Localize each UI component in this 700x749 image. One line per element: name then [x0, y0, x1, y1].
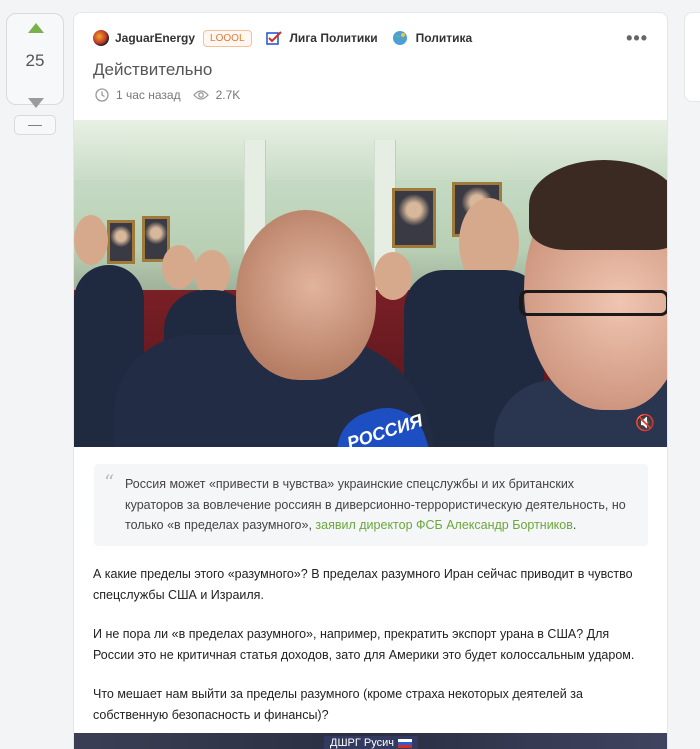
- quote-source-link[interactable]: заявил директор ФСБ Александр Бортников: [315, 518, 572, 532]
- post-time: 1 час назад: [95, 88, 181, 102]
- video-person: [236, 210, 376, 380]
- video-hair: [529, 160, 667, 250]
- community-label: Политика: [415, 31, 473, 45]
- vote-count: 25: [25, 51, 45, 70]
- video-portrait: [392, 188, 436, 248]
- video-portrait: [107, 220, 135, 264]
- author-badge: LOOOL: [203, 29, 252, 47]
- collapse-button[interactable]: —: [14, 115, 56, 135]
- author-avatar[interactable]: [93, 30, 109, 46]
- blockquote: “ Россия может «привести в чувства» укра…: [94, 464, 648, 546]
- video-label-text: ДШРГ Русич: [330, 737, 394, 749]
- vote-panel: 25: [6, 13, 64, 108]
- paragraph: Что мешает нам выйти за пределы разумног…: [93, 687, 583, 722]
- paragraph: И не пора ли «в пределах разумного», нап…: [93, 627, 635, 662]
- community-politika[interactable]: Политика: [392, 30, 473, 46]
- mute-icon[interactable]: 🔇: [635, 413, 655, 433]
- clock-icon: [95, 88, 109, 102]
- video-glasses: [519, 290, 667, 316]
- quote-end: .: [572, 518, 577, 532]
- eye-icon: [192, 90, 209, 100]
- video-person: [162, 245, 196, 289]
- sidebar-edge: [684, 12, 700, 102]
- video-person: [74, 215, 108, 265]
- video-label: ДШРГ Русич: [324, 736, 418, 749]
- community-liga-politiki[interactable]: Лига Политики: [265, 30, 378, 46]
- author-name[interactable]: JaguarEnergy: [115, 31, 195, 45]
- downvote-arrow-icon[interactable]: [28, 98, 44, 108]
- upvote-arrow-icon[interactable]: [28, 23, 44, 33]
- video-player[interactable]: РОССИЯ 🔇: [74, 120, 667, 447]
- post-header: JaguarEnergy LOOOL Лига Политики Политик…: [93, 26, 648, 50]
- post-views: 2.7K: [192, 88, 241, 102]
- post-meta: 1 час назад 2.7K: [95, 88, 252, 102]
- community-label: Лига Политики: [289, 31, 378, 45]
- video-person: [374, 252, 412, 300]
- quote-mark-icon: “: [104, 470, 115, 494]
- paragraph: А какие пределы этого «разумного»? В пре…: [93, 567, 633, 602]
- post-card: JaguarEnergy LOOOL Лига Политики Политик…: [73, 12, 668, 749]
- checkbox-icon: [265, 31, 282, 45]
- views-label: 2.7K: [215, 88, 241, 102]
- second-video[interactable]: ДШРГ Русич: [74, 733, 667, 749]
- time-label: 1 час назад: [116, 88, 181, 102]
- russia-flag-icon: [397, 738, 412, 748]
- more-options-icon[interactable]: •••: [626, 28, 648, 49]
- mic-text: РОССИЯ: [344, 410, 426, 447]
- post-title[interactable]: Действительно: [93, 60, 212, 80]
- globe-icon: [392, 31, 407, 45]
